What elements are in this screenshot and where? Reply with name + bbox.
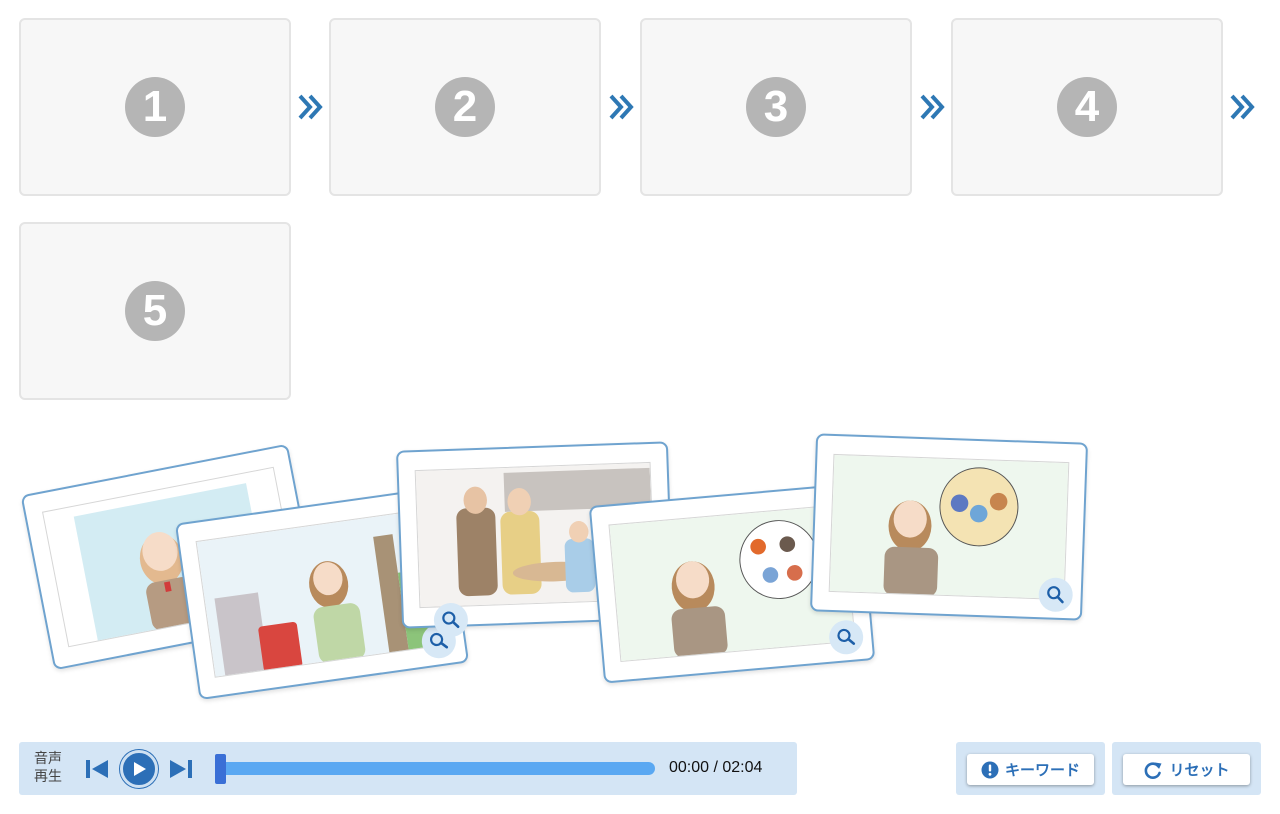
slot-number-badge: 5 (125, 281, 185, 341)
slot-number-badge: 2 (435, 77, 495, 137)
drop-slot-5[interactable]: 5 (19, 222, 291, 400)
double-chevron-right-icon (1230, 94, 1255, 120)
audio-time: 00:00 / 02:04 (669, 759, 763, 776)
skip-back-icon (86, 760, 108, 778)
skip-forward-icon (170, 760, 192, 778)
slot-number-badge: 3 (746, 77, 806, 137)
skip-forward-button[interactable] (167, 755, 195, 783)
slot-number-badge: 1 (125, 77, 185, 137)
reset-button-panel: リセット (1112, 742, 1261, 795)
skip-back-button[interactable] (83, 755, 111, 783)
audio-player: 音声 再生 00:00 / 02:04 (19, 742, 797, 795)
card-illustration (828, 453, 1070, 601)
audio-progress-track[interactable] (219, 762, 655, 775)
picture-card-5[interactable] (809, 433, 1089, 621)
audio-label-line1: 音声 (34, 751, 62, 767)
exclamation-icon (981, 761, 999, 778)
reset-icon (1145, 761, 1162, 779)
reset-button[interactable]: リセット (1123, 754, 1250, 785)
double-chevron-right-icon (609, 94, 634, 120)
keyword-button[interactable]: キーワード (967, 754, 1094, 785)
story-ordering-page: 1 2 3 4 5 音声 再生 00:00 / 02:04 キーワード リセット (0, 0, 1280, 814)
drop-slot-2[interactable]: 2 (329, 18, 601, 196)
keyword-button-label: キーワード (1004, 761, 1080, 779)
keyword-button-panel: キーワード (956, 742, 1105, 795)
drop-slot-3[interactable]: 3 (640, 18, 912, 196)
audio-progress-knob[interactable] (215, 754, 226, 784)
audio-label-line2: 再生 (34, 769, 62, 785)
drop-slot-4[interactable]: 4 (951, 18, 1223, 196)
zoom-icon[interactable] (1038, 577, 1074, 613)
double-chevron-right-icon (298, 94, 323, 120)
slot-number-badge: 4 (1057, 77, 1117, 137)
play-button[interactable] (120, 750, 158, 788)
zoom-icon[interactable] (827, 618, 865, 656)
audio-label: 音声 再生 (34, 750, 62, 786)
reset-button-label: リセット (1169, 761, 1230, 779)
play-icon (134, 762, 146, 776)
drop-slot-1[interactable]: 1 (19, 18, 291, 196)
double-chevron-right-icon (920, 94, 945, 120)
